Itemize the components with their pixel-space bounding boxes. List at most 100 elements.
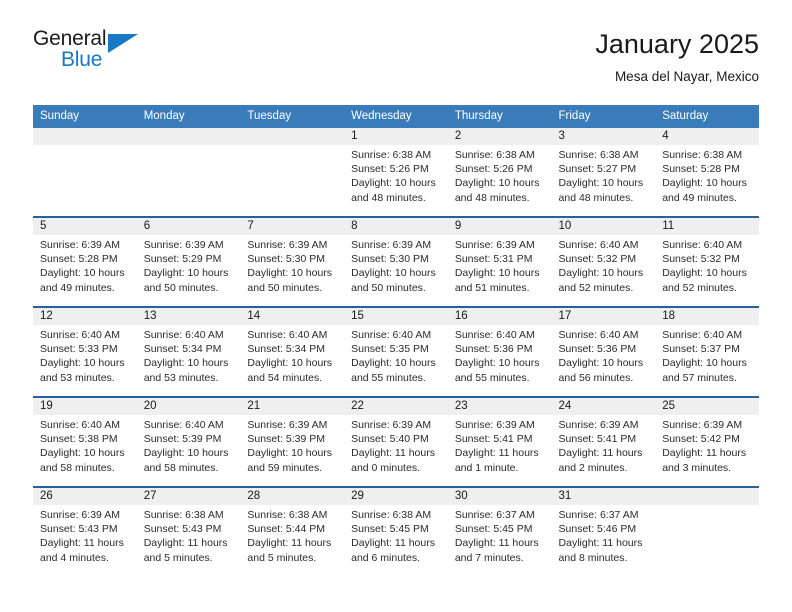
sunset-text: Sunset: 5:37 PM <box>662 343 740 356</box>
day-cell-2[interactable]: 2 Sunrise: 6:38 AM Sunset: 5:26 PM Daylight… <box>447 128 552 216</box>
sunrise-text: Sunrise: 6:38 AM <box>247 509 328 521</box>
weekday-header-monday: Monday <box>136 105 241 128</box>
calendar-cell: 23 Sunrise: 6:39 AM Sunset: 5:41 PM Dayligh… <box>447 396 552 487</box>
daylight-text: Daylight: 10 hours and 50 minutes. <box>351 267 436 294</box>
day-cell-9[interactable]: 9 Sunrise: 6:39 AM Sunset: 5:31 PM Daylight… <box>447 218 552 306</box>
daylight-text: Daylight: 10 hours and 51 minutes. <box>454 267 540 294</box>
day-cell-17[interactable]: 17 Sunrise: 6:40 AM Sunset: 5:36 PM Dayligh… <box>551 308 656 396</box>
day-cell-28[interactable]: 28 Sunrise: 6:38 AM Sunset: 5:44 PM Dayligh… <box>240 488 345 576</box>
day-number: 28 <box>240 488 345 505</box>
sunset-text: Sunset: 5:43 PM <box>143 523 222 536</box>
day-cell-6[interactable]: 6 Sunrise: 6:39 AM Sunset: 5:29 PM Daylight… <box>136 218 241 306</box>
sunrise-text: Sunrise: 6:39 AM <box>454 419 535 431</box>
day-cell-24[interactable]: 24 Sunrise: 6:39 AM Sunset: 5:41 PM Dayligh… <box>551 398 656 486</box>
sunrise-text: Sunrise: 6:40 AM <box>40 329 120 341</box>
sunrise-text: Sunrise: 6:38 AM <box>143 509 224 521</box>
day-number: 29 <box>344 488 448 505</box>
weekday-header-sunday: Sunday <box>33 105 137 128</box>
sunset-text: Sunset: 5:33 PM <box>40 343 118 356</box>
calendar-cell: 3 Sunrise: 6:38 AM Sunset: 5:27 PM Daylight… <box>551 128 656 217</box>
daylight-text: Daylight: 11 hours and 2 minutes. <box>558 447 643 474</box>
day-details: Sunrise: 6:40 AM Sunset: 5:34 PM Daylight:… <box>240 325 344 385</box>
calendar-cell: 31 Sunrise: 6:37 AM Sunset: 5:46 PM Dayligh… <box>551 486 656 576</box>
day-details: Sunrise: 6:40 AM Sunset: 5:35 PM Daylight:… <box>344 325 448 385</box>
day-details: Sunrise: 6:39 AM Sunset: 5:43 PM Daylight:… <box>33 505 137 565</box>
day-details: Sunrise: 6:40 AM Sunset: 5:32 PM Daylight:… <box>655 235 759 295</box>
sunrise-text: Sunrise: 6:39 AM <box>40 509 120 521</box>
calendar-week-row: 19 Sunrise: 6:40 AM Sunset: 5:38 PM Dayligh… <box>33 396 759 487</box>
day-cell-23[interactable]: 23 Sunrise: 6:39 AM Sunset: 5:41 PM Dayligh… <box>447 398 552 486</box>
day-number: 7 <box>240 218 345 235</box>
day-cell-19[interactable]: 19 Sunrise: 6:40 AM Sunset: 5:38 PM Dayligh… <box>33 398 137 486</box>
day-cell-16[interactable]: 16 Sunrise: 6:40 AM Sunset: 5:36 PM Dayligh… <box>447 308 552 396</box>
day-cell-3[interactable]: 3 Sunrise: 6:38 AM Sunset: 5:27 PM Daylight… <box>551 128 656 216</box>
day-cell-8[interactable]: 8 Sunrise: 6:39 AM Sunset: 5:30 PM Daylight… <box>344 218 448 306</box>
calendar-week-row: 12 Sunrise: 6:40 AM Sunset: 5:33 PM Dayligh… <box>33 306 759 397</box>
calendar-cell <box>33 128 137 217</box>
calendar-cell: 16 Sunrise: 6:40 AM Sunset: 5:36 PM Dayligh… <box>447 306 552 397</box>
day-cell-12[interactable]: 12 Sunrise: 6:40 AM Sunset: 5:33 PM Dayligh… <box>33 308 137 396</box>
day-details: Sunrise: 6:38 AM Sunset: 5:26 PM Daylight:… <box>448 145 552 205</box>
sunset-text: Sunset: 5:31 PM <box>454 253 533 266</box>
sunrise-text: Sunrise: 6:38 AM <box>662 149 743 161</box>
day-cell-5[interactable]: 5 Sunrise: 6:39 AM Sunset: 5:28 PM Daylight… <box>33 218 137 306</box>
sunrise-text: Sunrise: 6:38 AM <box>558 149 639 161</box>
calendar-cell: 22 Sunrise: 6:39 AM Sunset: 5:40 PM Dayligh… <box>344 396 448 487</box>
sunset-text: Sunset: 5:41 PM <box>558 433 637 446</box>
day-cell-21[interactable]: 21 Sunrise: 6:39 AM Sunset: 5:39 PM Dayligh… <box>240 398 345 486</box>
calendar-header-row: Sunday Monday Tuesday Wednesday Thursday Frid… <box>33 105 759 128</box>
day-cell-7[interactable]: 7 Sunrise: 6:39 AM Sunset: 5:30 PM Daylight… <box>240 218 345 306</box>
sunset-text: Sunset: 5:32 PM <box>558 253 637 266</box>
sunrise-text: Sunrise: 6:39 AM <box>351 419 432 431</box>
sunrise-text: Sunrise: 6:39 AM <box>143 239 224 251</box>
day-cell-31[interactable]: 31 Sunrise: 6:37 AM Sunset: 5:46 PM Dayligh… <box>551 488 656 576</box>
day-details: Sunrise: 6:37 AM Sunset: 5:46 PM Daylight:… <box>552 505 656 565</box>
daylight-text: Daylight: 11 hours and 5 minutes. <box>143 537 228 564</box>
brand-logo[interactable]: General Blue <box>33 28 253 88</box>
sunrise-text: Sunrise: 6:39 AM <box>247 419 328 431</box>
sunset-text: Sunset: 5:38 PM <box>40 433 118 446</box>
daylight-text: Daylight: 10 hours and 53 minutes. <box>40 357 125 384</box>
day-cell-15[interactable]: 15 Sunrise: 6:40 AM Sunset: 5:35 PM Dayligh… <box>344 308 448 396</box>
day-cell-29[interactable]: 29 Sunrise: 6:38 AM Sunset: 5:45 PM Dayligh… <box>344 488 448 576</box>
day-number: 3 <box>551 128 656 145</box>
sunset-text: Sunset: 5:42 PM <box>662 433 740 446</box>
calendar-cell: 4 Sunrise: 6:38 AM Sunset: 5:28 PM Daylight… <box>655 128 759 217</box>
sunrise-text: Sunrise: 6:38 AM <box>351 149 432 161</box>
day-number: 17 <box>551 308 656 325</box>
day-details: Sunrise: 6:39 AM Sunset: 5:42 PM Daylight:… <box>655 415 759 475</box>
daylight-text: Daylight: 10 hours and 57 minutes. <box>662 357 747 384</box>
day-cell-14[interactable]: 14 Sunrise: 6:40 AM Sunset: 5:34 PM Dayligh… <box>240 308 345 396</box>
day-cell-4[interactable]: 4 Sunrise: 6:38 AM Sunset: 5:28 PM Daylight… <box>655 128 759 216</box>
daylight-text: Daylight: 11 hours and 6 minutes. <box>351 537 435 564</box>
day-cell-13[interactable]: 13 Sunrise: 6:40 AM Sunset: 5:34 PM Dayligh… <box>136 308 241 396</box>
sunrise-text: Sunrise: 6:39 AM <box>662 419 743 431</box>
day-cell-11[interactable]: 11 Sunrise: 6:40 AM Sunset: 5:32 PM Dayligh… <box>655 218 759 306</box>
daylight-text: Daylight: 10 hours and 55 minutes. <box>351 357 436 384</box>
day-number <box>655 488 759 505</box>
day-cell-empty <box>240 128 345 216</box>
day-cell-22[interactable]: 22 Sunrise: 6:39 AM Sunset: 5:40 PM Dayligh… <box>344 398 448 486</box>
day-cell-10[interactable]: 10 Sunrise: 6:40 AM Sunset: 5:32 PM Dayligh… <box>551 218 656 306</box>
day-cell-27[interactable]: 27 Sunrise: 6:38 AM Sunset: 5:43 PM Dayligh… <box>136 488 241 576</box>
sunset-text: Sunset: 5:34 PM <box>143 343 222 356</box>
day-cell-30[interactable]: 30 Sunrise: 6:37 AM Sunset: 5:45 PM Dayligh… <box>447 488 552 576</box>
day-cell-1[interactable]: 1 Sunrise: 6:38 AM Sunset: 5:26 PM Daylight… <box>344 128 448 216</box>
day-cell-25[interactable]: 25 Sunrise: 6:39 AM Sunset: 5:42 PM Dayligh… <box>655 398 759 486</box>
weekday-header-tuesday: Tuesday <box>240 105 345 128</box>
day-number: 2 <box>447 128 552 145</box>
day-cell-26[interactable]: 26 Sunrise: 6:39 AM Sunset: 5:43 PM Dayligh… <box>33 488 137 576</box>
sunset-text: Sunset: 5:40 PM <box>351 433 429 446</box>
day-number: 18 <box>655 308 759 325</box>
sunrise-text: Sunrise: 6:40 AM <box>40 419 120 431</box>
day-cell-18[interactable]: 18 Sunrise: 6:40 AM Sunset: 5:37 PM Dayligh… <box>655 308 759 396</box>
weekday-header: Sunday Monday Tuesday Wednesday Thursday Frid… <box>33 105 759 128</box>
day-cell-20[interactable]: 20 Sunrise: 6:40 AM Sunset: 5:39 PM Dayligh… <box>136 398 241 486</box>
day-number: 22 <box>344 398 448 415</box>
day-details: Sunrise: 6:38 AM Sunset: 5:28 PM Daylight:… <box>655 145 759 205</box>
calendar-cell: 14 Sunrise: 6:40 AM Sunset: 5:34 PM Dayligh… <box>240 306 345 397</box>
day-number: 8 <box>344 218 448 235</box>
day-number: 24 <box>551 398 656 415</box>
sunset-text: Sunset: 5:28 PM <box>662 163 740 176</box>
page-header: General Blue January 2025 Mesa del Nayar… <box>33 28 759 98</box>
